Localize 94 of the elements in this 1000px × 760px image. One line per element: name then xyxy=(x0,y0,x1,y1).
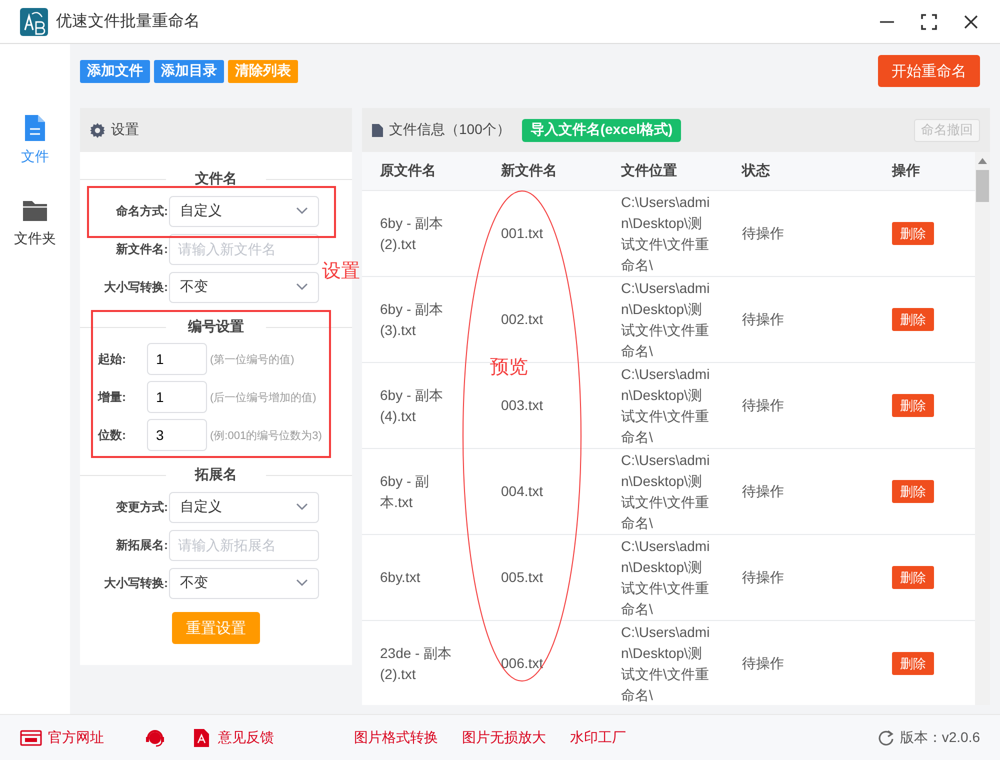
table-cell-text: 6by - 副本.txt xyxy=(379,472,430,512)
website-icon xyxy=(20,729,42,747)
field-label: 命名方式: xyxy=(115,202,168,220)
dropdown[interactable]: 自定义 xyxy=(169,196,319,226)
scroll-up-icon[interactable] xyxy=(978,158,987,164)
panel-title: 文件信息（100个） xyxy=(389,121,510,139)
field-hint: (第一位编号的值) xyxy=(210,352,294,366)
table-cell-text: C:\Users\admin\Desktop\测试文件\文件重命名\ xyxy=(620,622,711,704)
footer-link[interactable]: 图片格式转换 xyxy=(354,729,438,747)
field-label: 新文件名: xyxy=(115,240,168,258)
table-cell-text: 6by - 副本 (3).txt xyxy=(379,300,444,340)
field-hint: (例:001的编号位数为3) xyxy=(210,428,322,442)
column-header: 操作 xyxy=(890,162,921,180)
table-cell-text: 待操作 xyxy=(741,396,785,415)
fullscreen-icon[interactable] xyxy=(920,12,938,30)
refresh-icon[interactable] xyxy=(878,730,894,746)
field-label: 位数: xyxy=(98,426,127,444)
dropdown[interactable]: 不变 xyxy=(169,272,319,302)
document-icon xyxy=(372,124,383,136)
chevron-down-icon xyxy=(296,283,308,291)
toolbar-button[interactable]: 清除列表 xyxy=(228,60,298,82)
table-cell-text: C:\Users\admin\Desktop\测试文件\文件重命名\ xyxy=(620,278,711,360)
table-cell-text: C:\Users\admin\Desktop\测试文件\文件重命名\ xyxy=(620,536,711,618)
sidebar-item[interactable]: 文件夹 xyxy=(14,196,56,248)
section-heading: 文件名 xyxy=(194,170,238,188)
delete-button[interactable]: 删除 xyxy=(892,308,934,331)
dropdown[interactable]: 自定义 xyxy=(169,492,319,522)
field-label: 变更方式: xyxy=(114,498,168,516)
start-rename-button[interactable]: 开始重命名 xyxy=(878,55,980,87)
version-label: 版本：v2.0.6 xyxy=(900,729,980,747)
column-header: 原文件名 xyxy=(378,162,437,180)
table-cell-text: C:\Users\admin\Desktop\测试文件\文件重命名\ xyxy=(620,450,711,532)
scrollbar[interactable] xyxy=(975,152,990,705)
number-field[interactable]: 1 xyxy=(147,343,207,375)
chevron-down-icon xyxy=(296,503,308,511)
close-icon[interactable] xyxy=(962,12,980,30)
number-field[interactable]: 3 xyxy=(147,419,207,451)
field-label: 大小写转换: xyxy=(103,278,168,296)
table-cell-text: 待操作 xyxy=(741,568,785,587)
sidebar-item[interactable]: 文件 xyxy=(21,114,49,166)
table-cell-text: 23de - 副本 (2).txt xyxy=(379,644,453,684)
footer-link[interactable]: 意见反馈 xyxy=(190,729,274,747)
settings-icon xyxy=(90,122,105,138)
table-cell-text: 6by.txt xyxy=(379,568,422,587)
delete-button[interactable]: 删除 xyxy=(892,480,934,503)
table-cell-text: 001.txt xyxy=(500,224,544,243)
scrollbar-thumb[interactable] xyxy=(976,170,989,202)
table-cell-text: 6by - 副本 (2).txt xyxy=(379,214,444,254)
dropdown[interactable]: 不变 xyxy=(169,568,319,598)
column-header: 文件位置 xyxy=(620,162,678,180)
table-cell-text: 待操作 xyxy=(741,482,785,501)
field-label: 大小写转换: xyxy=(103,574,168,592)
delete-button[interactable]: 删除 xyxy=(892,652,934,675)
table-cell-text: C:\Users\admin\Desktop\测试文件\文件重命名\ xyxy=(620,192,711,274)
field-label: 增量: xyxy=(98,388,127,406)
column-header: 状态 xyxy=(740,162,771,180)
footer-link[interactable]: 图片无损放大 xyxy=(462,729,546,747)
table-cell-text: 待操作 xyxy=(741,310,785,329)
field-hint: (后一位编号增加的值) xyxy=(210,390,316,404)
delete-button[interactable]: 删除 xyxy=(892,222,934,245)
table-cell-text: 003.txt xyxy=(500,396,544,415)
number-field[interactable]: 1 xyxy=(147,381,207,413)
field-label: 新拓展名: xyxy=(115,536,168,554)
toolbar-button[interactable]: 添加文件 xyxy=(80,60,150,82)
footer-link[interactable]: 官方网址 xyxy=(20,729,104,747)
table-cell-text: 6by - 副本 (4).txt xyxy=(379,386,444,426)
table-cell-text: 005.txt xyxy=(500,568,544,587)
panel-title: 设置 xyxy=(111,121,139,139)
field-label: 起始: xyxy=(98,350,127,368)
table-cell-text: C:\Users\admin\Desktop\测试文件\文件重命名\ xyxy=(620,364,711,446)
annotation-label: 预览 xyxy=(490,356,528,380)
column-header: 新文件名 xyxy=(500,162,558,180)
table-cell-text: 006.txt xyxy=(500,654,544,673)
section-heading: 编号设置 xyxy=(186,318,245,336)
toolbar-button[interactable]: 添加目录 xyxy=(154,60,224,82)
chevron-down-icon xyxy=(296,207,308,215)
table-cell-text: 待操作 xyxy=(741,654,785,673)
annotation-label: 设置 xyxy=(322,260,360,284)
reset-settings-button[interactable]: 重置设置 xyxy=(172,612,260,644)
delete-button[interactable]: 删除 xyxy=(892,566,934,589)
table-cell-text: 待操作 xyxy=(741,224,785,243)
input-field[interactable]: 请输入新文件名 xyxy=(169,234,319,264)
file-icon xyxy=(22,114,48,142)
import-button[interactable]: 导入文件名(excel格式) xyxy=(522,118,681,142)
section-heading: 拓展名 xyxy=(194,466,238,484)
window-title: 优速文件批量重命名 xyxy=(56,12,200,32)
footer-link[interactable]: 水印工厂 xyxy=(570,729,626,747)
headset-icon[interactable] xyxy=(144,729,166,747)
input-field[interactable]: 请输入新拓展名 xyxy=(169,530,319,560)
table-cell-text: 004.txt xyxy=(500,482,544,501)
delete-button[interactable]: 删除 xyxy=(892,394,934,417)
chevron-down-icon xyxy=(296,579,308,587)
app-logo-icon xyxy=(20,8,48,36)
table-cell-text: 002.txt xyxy=(500,310,544,329)
